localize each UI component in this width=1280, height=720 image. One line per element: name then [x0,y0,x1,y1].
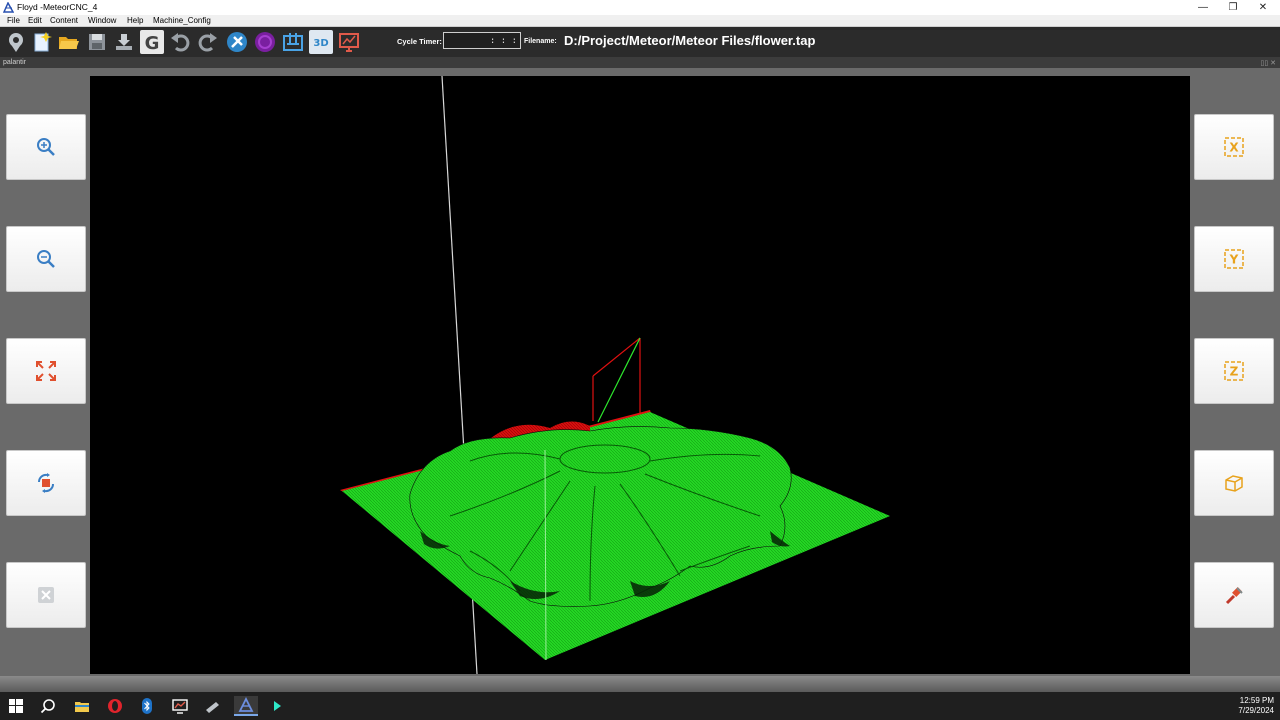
iso-view-icon [1225,475,1243,492]
menu-content[interactable]: Content [50,16,78,25]
window-title: Floyd -MeteorCNC_4 [17,2,98,12]
zoom-out-icon [37,250,55,268]
maximize-button[interactable]: ❐ [1218,1,1248,14]
undo-button[interactable] [168,30,192,54]
zoom-out-button[interactable] [6,226,86,292]
view-z-button[interactable]: Z [1194,338,1274,404]
monitor-app-button[interactable] [170,696,190,716]
menu-machine-config[interactable]: Machine_Config [153,16,211,25]
file-explorer-button[interactable] [72,696,92,716]
meteor-app-icon [238,697,254,712]
3d-view-button[interactable]: 3D [309,30,333,54]
redo-button[interactable] [196,30,220,54]
tool-button[interactable] [1194,562,1274,628]
tools-icon [227,32,247,52]
open-folder-icon [59,37,79,49]
machine-button[interactable] [281,30,305,54]
svg-text:X: X [1229,141,1239,155]
status-strip [0,676,1280,692]
panel-header [0,57,1280,68]
save-button[interactable] [85,30,109,54]
y-axis-view-icon: Y [1224,249,1244,269]
panel-corner-controls[interactable]: ▯▯ ✕ [1260,59,1276,67]
opera-button[interactable] [105,696,125,716]
cycle-timer-display: : : : [443,32,521,49]
svg-text:Y: Y [1229,253,1239,267]
zoom-in-icon [37,138,55,156]
gcode-icon: G [145,33,160,54]
tool-icon [1225,587,1243,605]
svg-text:3D: 3D [313,38,328,49]
system-clock[interactable]: 12:59 PM 7/29/2024 [1238,696,1274,716]
cycle-timer-label: Cycle Timer: [397,37,442,46]
windows-start-icon [9,699,23,713]
circle-button[interactable] [253,30,277,54]
fit-view-button[interactable] [6,338,86,404]
search-button[interactable] [38,696,58,716]
monitor-button[interactable] [337,30,361,54]
minimize-button[interactable]: — [1188,1,1218,14]
open-folder-button[interactable] [57,30,81,54]
search-icon [40,699,55,714]
monitor-icon [339,33,359,52]
menu-help[interactable]: Help [127,16,143,25]
3d-view-icon: 3D [313,38,328,49]
close-window-button[interactable]: ✕ [1248,1,1278,14]
view-iso-button[interactable] [1194,450,1274,516]
svg-text:Z: Z [1230,365,1239,379]
rotate-icon [37,473,55,493]
gcode-button[interactable]: G [140,30,164,54]
file-explorer-icon [75,702,89,712]
undo-icon [171,33,190,52]
filename-value: D:/Project/Meteor/Meteor Files/flower.ta… [564,33,816,48]
save-icon [89,34,105,50]
menu-bar: File Edit Content Window Help Machine_Co… [0,15,1280,27]
tool-marker [592,337,641,423]
z-axis-view-icon: Z [1224,361,1244,381]
new-file-button[interactable] [30,30,54,54]
circle-icon [255,32,275,52]
clock-time: 12:59 PM [1239,696,1274,705]
tools-button[interactable] [225,30,249,54]
title-bar: Floyd -MeteorCNC_4 — ❐ ✕ [0,0,1280,15]
clear-button[interactable] [6,562,86,628]
taskbar: 12:59 PM 7/29/2024 [0,692,1280,720]
menu-file[interactable]: File [7,16,20,25]
location-button[interactable] [4,30,28,54]
3d-viewport[interactable] [90,76,1190,674]
toolpath-canvas [340,76,890,674]
close-icon [38,587,54,603]
new-file-icon [34,32,52,52]
terminal-app-button[interactable] [268,696,288,716]
machine-icon [283,33,303,51]
monitor-app-icon [172,699,188,714]
bluetooth-button[interactable] [137,696,157,716]
view-y-button[interactable]: Y [1194,226,1274,292]
start-button[interactable] [6,696,26,716]
filename-label: Filename: [524,38,557,45]
download-icon [116,34,132,50]
view-x-button[interactable]: X [1194,114,1274,180]
clock-date: 7/29/2024 [1238,706,1274,715]
x-axis-view-icon: X [1224,137,1244,157]
svg-text:G: G [145,33,160,54]
fit-view-icon [36,361,56,381]
rotate-view-button[interactable] [6,450,86,516]
meteor-app-button[interactable] [234,696,258,716]
menu-window[interactable]: Window [88,16,116,25]
location-icon [9,33,23,52]
panel-label: palantir [3,59,26,66]
terminal-app-icon [274,701,281,711]
app-logo-icon [3,2,14,13]
bluetooth-icon [142,698,152,714]
tool-app-button[interactable] [202,696,222,716]
zoom-in-button[interactable] [6,114,86,180]
download-button[interactable] [112,30,136,54]
tool-app-icon [206,702,219,713]
menu-edit[interactable]: Edit [28,16,42,25]
opera-icon [108,699,122,713]
redo-icon [198,33,217,52]
